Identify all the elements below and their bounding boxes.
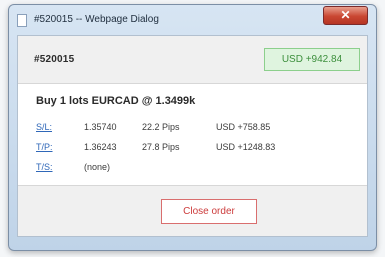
- stop-loss-row: S/L: 1.35740 22.2 Pips USD +758.85: [36, 122, 356, 136]
- window-close-button[interactable]: ✕: [323, 6, 368, 25]
- dialog-footer: Close order: [18, 185, 367, 236]
- trailing-stop-link[interactable]: T/S:: [36, 162, 53, 172]
- title-bar[interactable]: #520015 -- Webpage Dialog ✕: [9, 5, 376, 35]
- dialog-content: #520015 USD +942.84 Buy 1 lots EURCAD @ …: [17, 35, 368, 237]
- take-profit-link[interactable]: T/P:: [36, 142, 53, 152]
- stop-loss-link[interactable]: S/L:: [36, 122, 52, 132]
- trailing-stop-row: T/S: (none): [36, 162, 356, 176]
- stop-loss-pips: 22.2 Pips: [142, 122, 180, 132]
- profit-badge: USD +942.84: [264, 48, 360, 71]
- window-title: #520015 -- Webpage Dialog: [34, 14, 159, 25]
- take-profit-usd: USD +1248.83: [216, 142, 276, 152]
- order-summary: Buy 1 lots EURCAD @ 1.3499k: [36, 95, 196, 107]
- document-icon: [17, 14, 27, 27]
- close-icon: ✕: [340, 8, 351, 22]
- take-profit-price: 1.36243: [84, 142, 117, 152]
- take-profit-pips: 27.8 Pips: [142, 142, 180, 152]
- order-header: #520015 USD +942.84: [18, 36, 367, 84]
- stop-loss-usd: USD +758.85: [216, 122, 271, 132]
- stop-loss-price: 1.35740: [84, 122, 117, 132]
- order-id: #520015: [34, 54, 75, 65]
- take-profit-row: T/P: 1.36243 27.8 Pips USD +1248.83: [36, 142, 356, 156]
- trailing-stop-value: (none): [84, 162, 111, 172]
- dialog-window: #520015 -- Webpage Dialog ✕ #520015 USD …: [8, 4, 377, 251]
- close-order-button[interactable]: Close order: [161, 199, 257, 224]
